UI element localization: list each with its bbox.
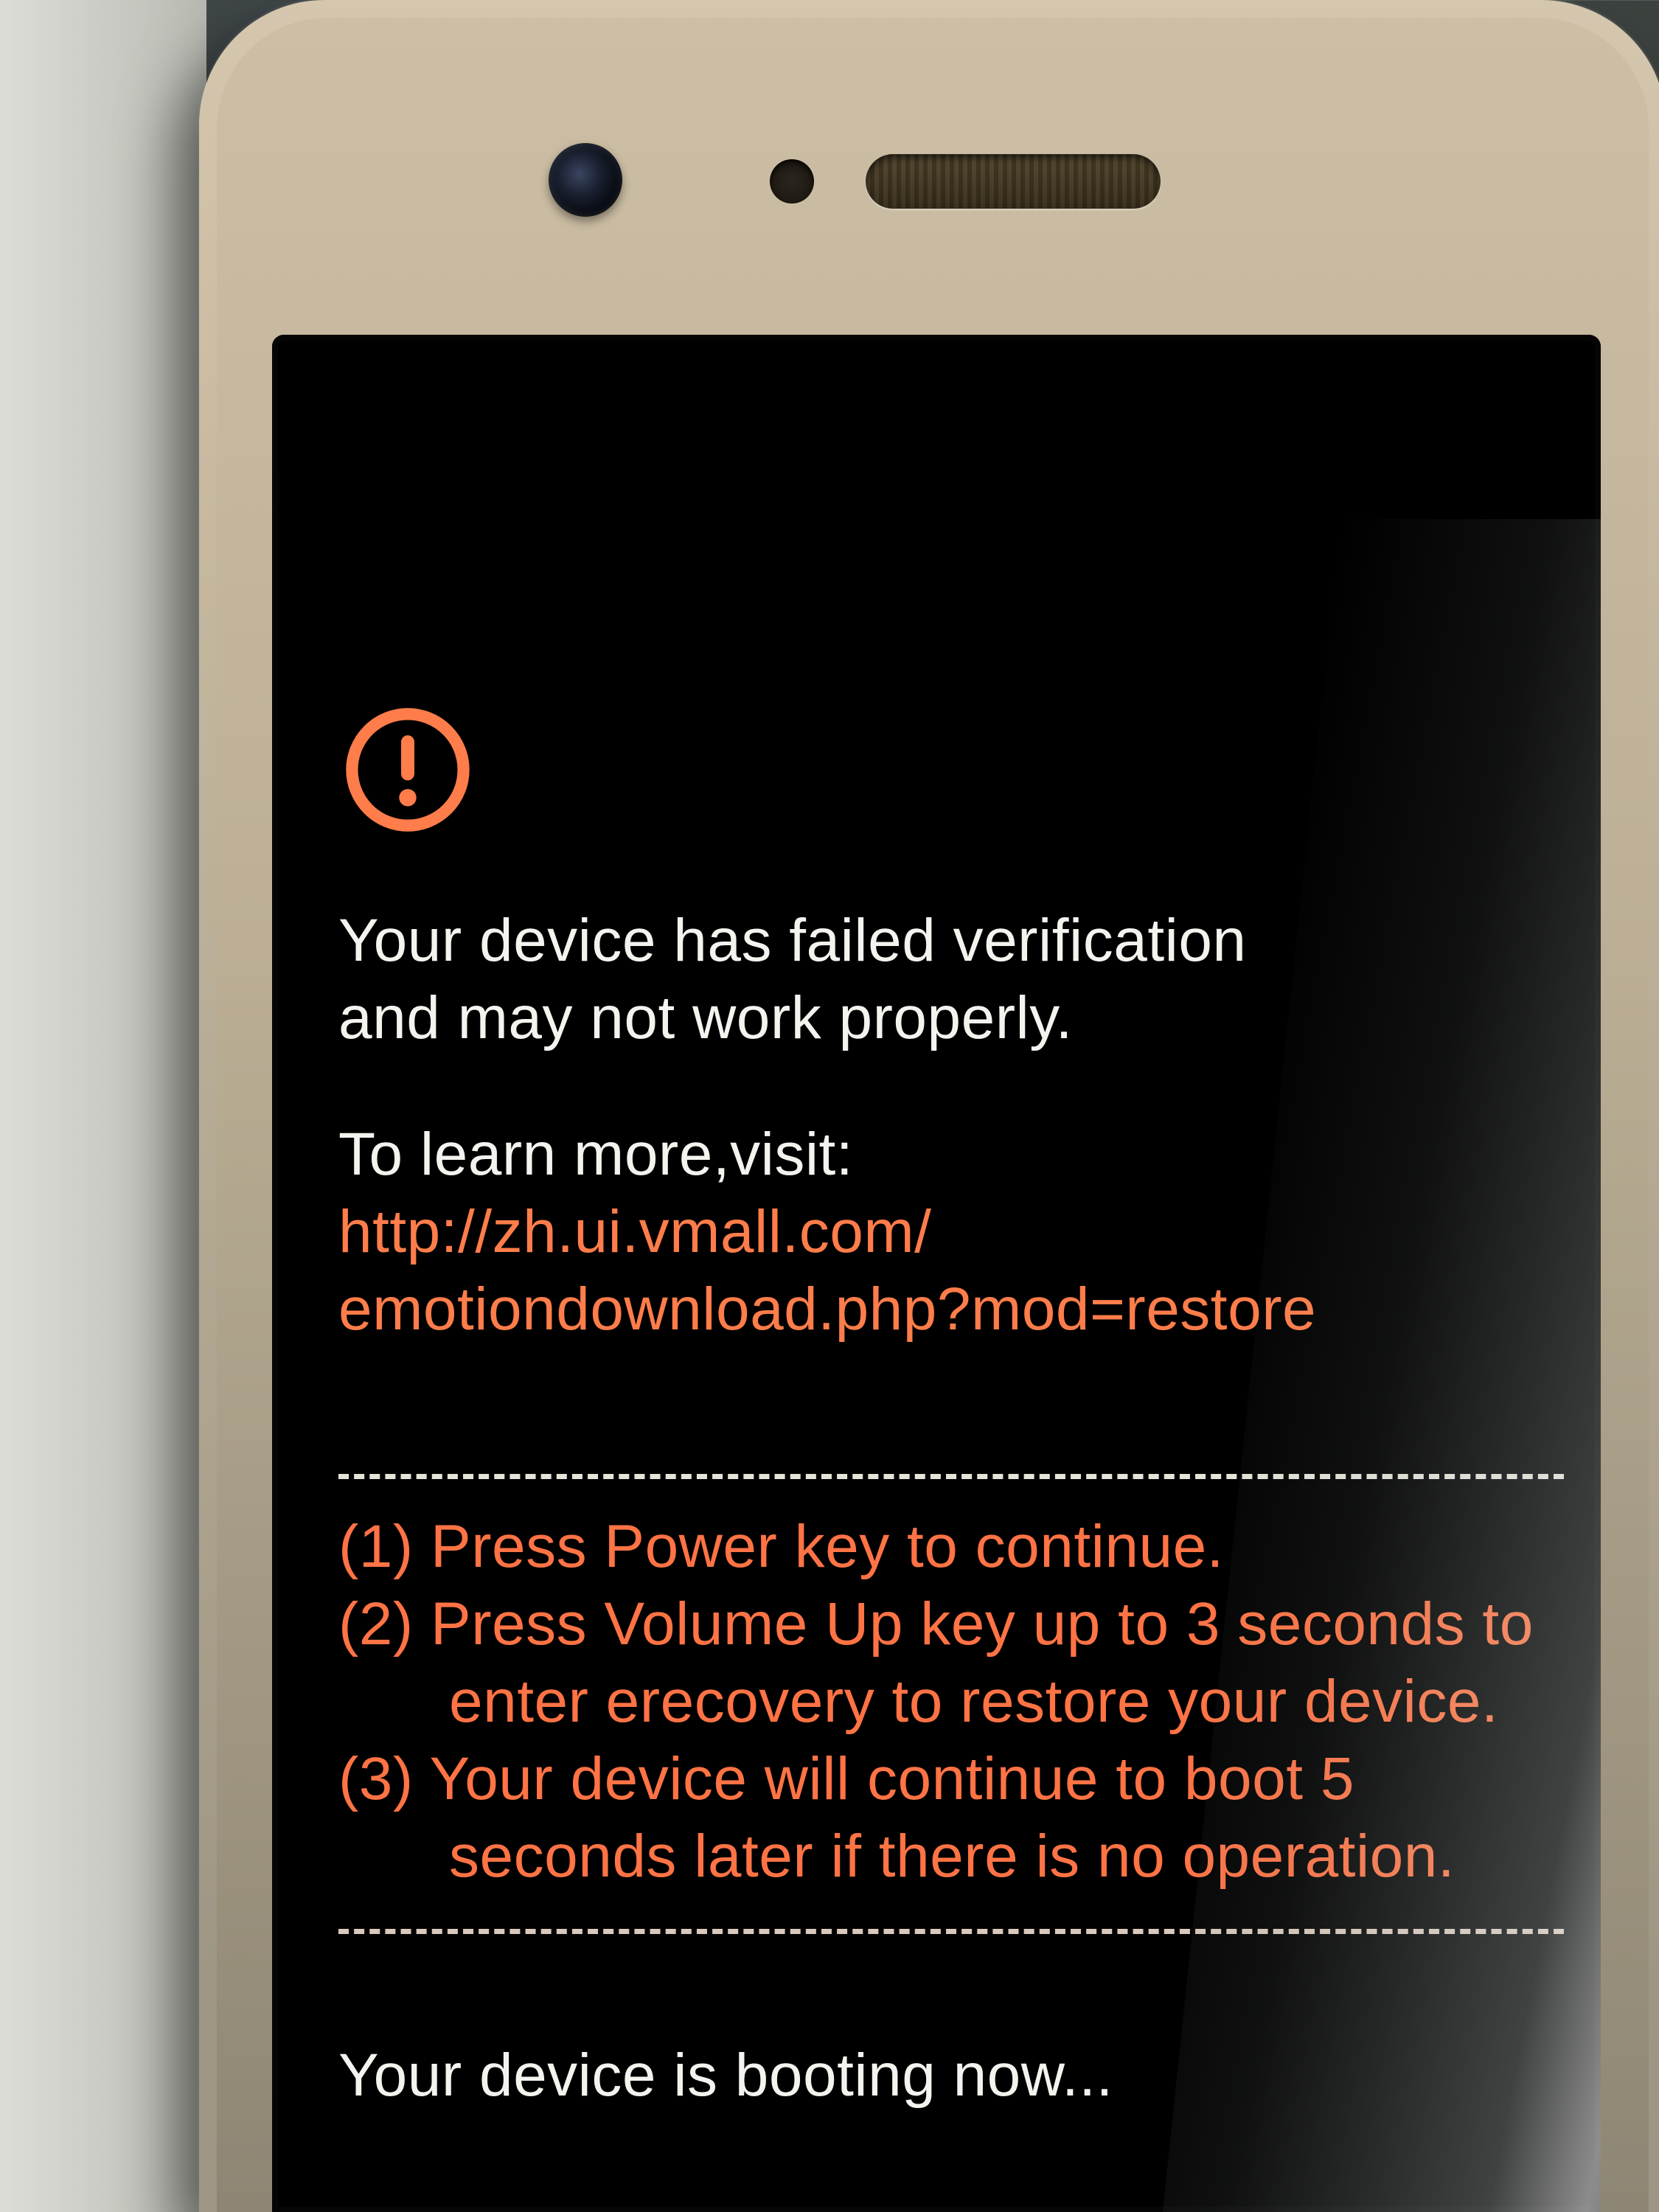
learn-more-url-line-2: emotiondownload.php?mod=restore — [338, 1271, 1564, 1349]
proximity-sensor — [770, 159, 814, 204]
divider-bottom — [338, 1929, 1564, 1934]
option-1: (1) Press Power key to continue. — [338, 1509, 1564, 1586]
warning-icon — [341, 703, 474, 836]
verification-failed-text: Your device has failed verification and … — [338, 902, 1564, 1057]
options-list: (1) Press Power key to continue. (2) Pre… — [338, 1509, 1564, 1896]
option-3: (3) Your device will continue to boot 5 … — [338, 1741, 1564, 1896]
boot-status-text: Your device is booting now... — [338, 2037, 1564, 2115]
learn-more-url-line-1: http://zh.ui.vmall.com/ — [338, 1194, 1564, 1271]
divider-top — [338, 1474, 1564, 1479]
earpiece-speaker — [866, 154, 1161, 209]
phone-top-bezel — [217, 18, 1649, 335]
learn-more-block: To learn more,visit: http://zh.ui.vmall.… — [338, 1116, 1564, 1349]
front-camera — [549, 143, 622, 217]
phone-body: Your device has failed verification and … — [199, 0, 1659, 2212]
warning-icon-row — [341, 703, 1564, 836]
photo-background — [0, 0, 206, 2212]
verification-line-2: and may not work properly. — [338, 980, 1564, 1057]
bootloader-message: Your device has failed verification and … — [338, 703, 1564, 2114]
phone-frame: Your device has failed verification and … — [217, 18, 1649, 2212]
phone-screen: Your device has failed verification and … — [272, 335, 1601, 2212]
learn-more-label: To learn more,visit: — [338, 1121, 853, 1188]
verification-line-1: Your device has failed verification — [338, 907, 1247, 974]
option-2: (2) Press Volume Up key up to 3 seconds … — [338, 1586, 1564, 1741]
